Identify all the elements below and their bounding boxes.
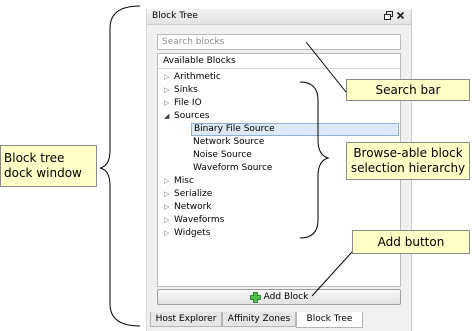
close-icon[interactable] — [395, 11, 406, 22]
tree-item-label: Arithmetic — [174, 72, 221, 82]
callout-add-button-text: Add button — [377, 234, 445, 249]
tree-item-label: Waveform Source — [193, 163, 273, 173]
tree-item-sinks[interactable]: ▷ Sinks — [164, 84, 198, 97]
tree-item-serialize[interactable]: ▷ Serialize — [164, 188, 212, 201]
tab-affinity-zones[interactable]: Affinity Zones — [222, 312, 296, 327]
tree-item-network-source[interactable]: Network Source — [193, 136, 264, 149]
tree-item-label: Widgets — [174, 228, 211, 238]
tree-item-arithmetic[interactable]: ▷ Arithmetic — [164, 71, 221, 84]
dock-brace — [99, 5, 141, 327]
callout-search-bar: Search bar — [346, 79, 470, 101]
tree-item-waveforms[interactable]: ▷ Waveforms — [164, 214, 224, 227]
callout-add-button: Add button — [352, 230, 470, 254]
expand-arrow-icon[interactable]: ▷ — [164, 214, 174, 227]
tree-item-widgets[interactable]: ▷ Widgets — [164, 227, 210, 240]
expand-arrow-icon[interactable]: ▷ — [164, 71, 174, 84]
callout-browse-line1: Browse-able block — [353, 146, 463, 160]
dock-tabbar: Host Explorer Affinity Zones Block Tree — [147, 312, 411, 331]
dock-titlebar[interactable]: Block Tree — [147, 9, 411, 25]
tree-item-binary-file-source[interactable]: Binary File Source — [191, 123, 399, 136]
window-restore-icon[interactable] — [383, 11, 394, 22]
collapse-arrow-icon[interactable]: ◢ — [164, 110, 174, 123]
tree-item-label: Network — [174, 202, 212, 212]
add-block-label: Add Block — [263, 292, 309, 302]
tree-item-label: Network Source — [193, 137, 265, 147]
expand-arrow-icon[interactable]: ▷ — [164, 84, 174, 97]
callout-dock-line1: Block tree — [4, 151, 65, 165]
callout-dock-window: Block tree dock window — [0, 145, 97, 187]
expand-arrow-icon[interactable]: ▷ — [164, 97, 174, 110]
callout-search-bar-text: Search bar — [375, 82, 441, 97]
expand-arrow-icon[interactable]: ▷ — [164, 188, 174, 201]
tree-item-sources[interactable]: ◢ Sources — [164, 110, 210, 123]
add-block-button[interactable]: Add Block — [157, 289, 401, 305]
tree-item-label: Waveforms — [174, 215, 225, 225]
tab-block-tree[interactable]: Block Tree — [296, 312, 363, 328]
expand-arrow-icon[interactable]: ▷ — [164, 227, 174, 240]
callout-dock-line2: dock window — [4, 166, 82, 180]
tree-item-misc[interactable]: ▷ Misc — [164, 175, 194, 188]
dock-title: Block Tree — [152, 11, 198, 21]
tab-host-explorer[interactable]: Host Explorer — [150, 312, 222, 327]
tree-item-label: Binary File Source — [194, 124, 275, 134]
tree-item-label: Sources — [174, 111, 210, 121]
expand-arrow-icon[interactable]: ▷ — [164, 175, 174, 188]
tree-header: Available Blocks — [158, 54, 400, 69]
tree-item-network[interactable]: ▷ Network — [164, 201, 212, 214]
callout-browse-hierarchy: Browse-able block selection hierarchy — [346, 142, 470, 180]
search-input[interactable] — [157, 34, 401, 50]
tree-item-label: Noise Source — [193, 150, 252, 160]
tree-item-label: Sinks — [174, 85, 198, 95]
tree-item-file-io[interactable]: ▷ File IO — [164, 97, 202, 110]
callout-browse-line2: selection hierarchy — [350, 161, 466, 175]
tree-item-noise-source[interactable]: Noise Source — [193, 149, 252, 162]
plus-icon — [249, 291, 261, 303]
tree-item-label: File IO — [174, 98, 202, 108]
tree-item-label: Misc — [174, 176, 194, 186]
tree-item-label: Serialize — [174, 189, 213, 199]
tree-item-waveform-source[interactable]: Waveform Source — [193, 162, 272, 175]
expand-arrow-icon[interactable]: ▷ — [164, 201, 174, 214]
